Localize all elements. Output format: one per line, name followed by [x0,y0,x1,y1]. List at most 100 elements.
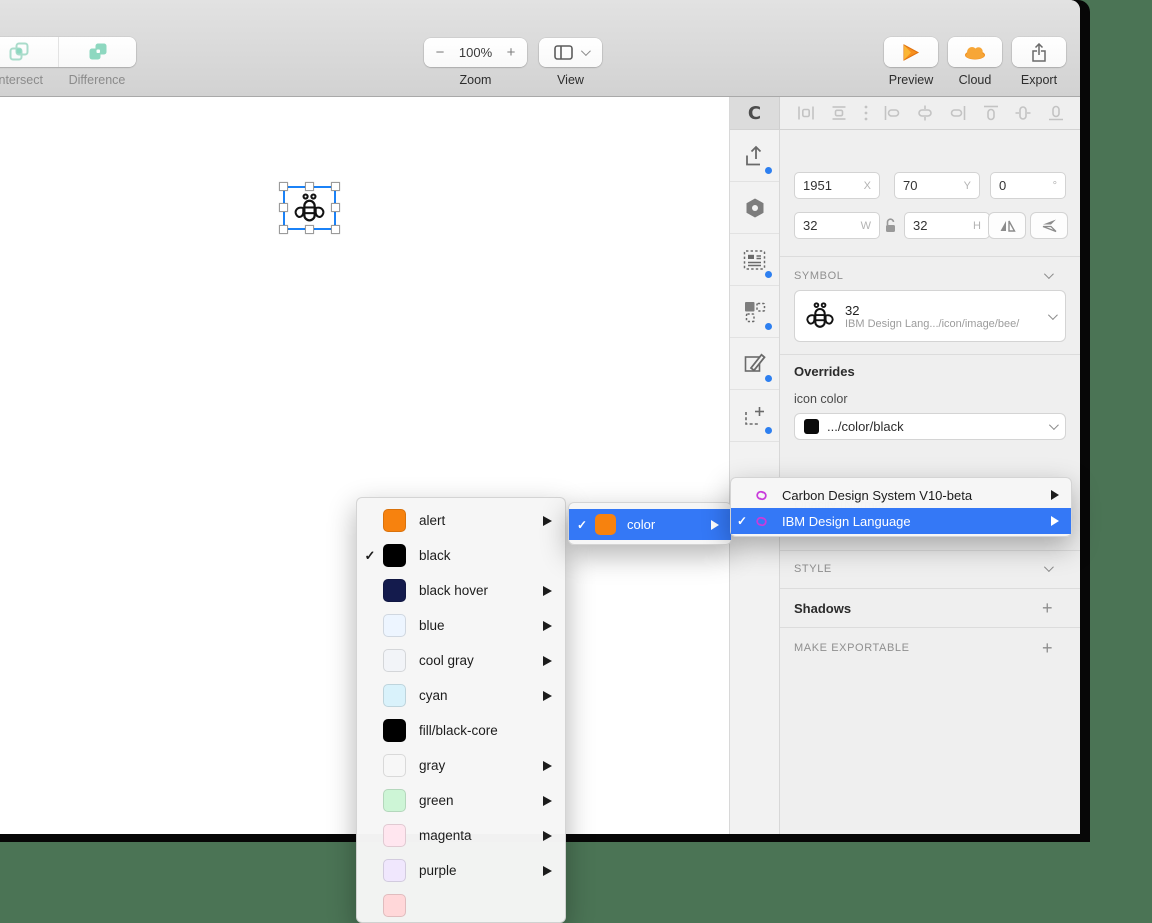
chevron-down-icon [580,46,591,57]
view-button[interactable] [539,38,602,67]
color-swatch [595,514,616,535]
color-menu-item[interactable]: ✓ [357,888,565,923]
library-menu-item[interactable]: ✓ IBM Design Language [731,508,1071,534]
color-menu-item[interactable]: ✓ cyan [357,678,565,713]
height-value: 32 [913,218,928,233]
color-swatch [383,579,406,602]
color-menu-item[interactable]: ✓ blue [357,608,565,643]
color-menu-item[interactable]: ✓ black hover [357,573,565,608]
plugin-swap-button[interactable] [730,286,779,338]
align-bottom-icon[interactable] [1046,103,1066,123]
export-label: Export [1020,73,1058,87]
color-swatch [383,824,406,847]
export-button[interactable] [1012,37,1066,67]
notification-dot [765,375,772,382]
distribute-vertically-icon[interactable] [829,103,849,123]
more-options-icon[interactable] [862,103,870,123]
align-middle-vertical-icon[interactable] [1013,103,1033,123]
difference-label: Difference [68,73,126,87]
height-field[interactable]: 32 H [904,212,990,239]
resize-handle[interactable] [305,182,314,191]
submenu-arrow-icon [543,865,552,876]
color-menu-item[interactable]: ✓ fill/black-core [357,713,565,748]
lock-icon[interactable] [884,218,897,233]
resize-handle[interactable] [279,203,288,212]
menu-item-label: cyan [419,688,448,703]
color-menu-item[interactable]: ✓ alert [357,503,565,538]
resize-handle[interactable] [305,225,314,234]
library-link-icon [753,514,773,529]
menu-item-label: purple [419,863,457,878]
menu-item-label: color [627,517,656,532]
flip-vertical-button[interactable] [1030,212,1068,239]
insert-plus-icon [745,407,764,425]
chevron-down-icon[interactable] [1043,269,1054,280]
plugin-layout-button[interactable] [730,234,779,286]
menu-item-label: IBM Design Language [782,513,911,529]
color-menu-item[interactable]: ✓ magenta [357,818,565,853]
height-unit: H [973,219,981,232]
color-menu-item[interactable]: ✓ cool gray [357,643,565,678]
resize-handle[interactable] [331,203,340,212]
color-swatch [383,614,406,637]
style-section-header: STYLE [794,563,832,575]
color-menu-item[interactable]: ✓ green [357,783,565,818]
color-swatch [383,754,406,777]
plugin-vector-edit-button[interactable] [730,338,779,390]
submenu-arrow-icon [543,515,552,526]
play-icon [903,43,920,61]
zoom-out-button[interactable]: − [433,44,447,61]
menu-item-label: alert [419,513,446,528]
group-menu-item[interactable]: ✓ color [569,509,731,540]
align-center-horizontal-icon[interactable] [915,103,935,123]
make-exportable-button[interactable]: + [1042,639,1053,657]
rotation-field[interactable]: 0 ° [990,172,1066,199]
align-right-icon[interactable] [948,103,968,123]
flip-horizontal-button[interactable] [988,212,1026,239]
width-unit: W [860,219,871,232]
preview-button[interactable] [884,37,938,67]
add-shadow-button[interactable]: + [1042,599,1053,617]
color-menu-item[interactable]: ✓ gray [357,748,565,783]
color-swatch [383,859,406,882]
menu-item-label: black [419,548,451,563]
resize-handle[interactable] [331,182,340,191]
plugin-upload-button[interactable] [730,130,779,182]
color-swatch [383,789,406,812]
library-menu: ✓ Carbon Design System V10-beta ✓ IBM De… [730,477,1072,537]
chevron-down-icon[interactable] [1043,562,1054,573]
intersect-button[interactable] [0,37,58,67]
zoom-in-button[interactable]: + [504,44,518,61]
menu-item-label: Carbon Design System V10-beta [782,487,973,503]
resize-handle[interactable] [279,182,288,191]
align-top-icon[interactable] [981,103,1001,123]
distribute-horizontally-icon[interactable] [796,103,816,123]
submenu-arrow-icon [543,830,552,841]
intersect-icon [9,42,29,61]
align-left-icon[interactable] [882,103,902,123]
icon-color-select[interactable]: .../color/black [794,413,1066,440]
plugin-settings-button[interactable] [730,182,779,234]
checkmark-icon: ✓ [364,547,376,563]
difference-button[interactable] [58,37,136,67]
selected-layer-bee[interactable] [279,182,340,234]
submenu-arrow-icon [543,795,552,806]
y-position-field[interactable]: 70 Y [894,172,980,199]
preview-label: Preview [888,73,934,87]
width-field[interactable]: 32 W [794,212,880,239]
resize-handle[interactable] [279,225,288,234]
cloud-button[interactable] [948,37,1002,67]
plugin-insert-button[interactable] [730,390,779,442]
checkmark-icon: ✓ [736,514,748,528]
override-color-swatch [804,419,819,434]
overrides-title: Overrides [794,364,855,379]
color-menu-item[interactable]: ✓ black [357,538,565,573]
x-position-field[interactable]: 1951 X [794,172,880,199]
library-menu-item[interactable]: ✓ Carbon Design System V10-beta [731,482,1071,508]
symbol-select[interactable]: 32 IBM Design Lang.../icon/image/bee/ [794,290,1066,342]
resize-handle[interactable] [331,225,340,234]
zoom-label: Zoom [459,73,492,87]
carbon-logo[interactable]: C [730,97,780,129]
menu-item-label: black hover [419,583,489,598]
color-menu-item[interactable]: ✓ purple [357,853,565,888]
